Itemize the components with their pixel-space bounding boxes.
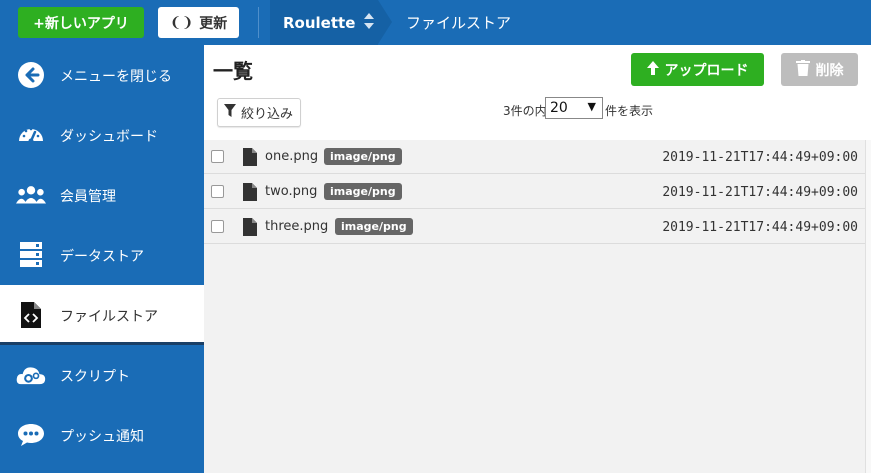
- table-row[interactable]: one.png image/png 2019-11-21T17:44:49+09…: [204, 140, 865, 174]
- sidebar-item-label: スクリプト: [60, 369, 130, 385]
- file-date: 2019-11-21T17:44:49+09:00: [662, 185, 858, 200]
- file-name[interactable]: one.png: [265, 149, 318, 164]
- app-selector[interactable]: Roulette: [270, 0, 378, 45]
- refresh-button[interactable]: ❨❩ 更新: [158, 7, 239, 38]
- file-date: 2019-11-21T17:44:49+09:00: [662, 150, 858, 165]
- trash-icon: [795, 59, 810, 80]
- sidebar-item-label: 会員管理: [60, 189, 116, 205]
- sidebar-item-label: ファイルストア: [60, 309, 158, 325]
- gauge-icon: [16, 120, 46, 150]
- database-icon: [16, 240, 46, 270]
- upload-label: アップロード: [664, 62, 749, 79]
- file-icon: [243, 183, 257, 201]
- file-icon: [243, 148, 257, 166]
- sidebar-item-label: プッシュ通知: [60, 429, 144, 445]
- sidebar-item-push[interactable]: プッシュ通知: [0, 405, 204, 465]
- scrollbar[interactable]: [865, 140, 871, 473]
- file-name[interactable]: three.png: [265, 219, 328, 234]
- main-content: 一覧 アップロード 削除 絞り込み 3件の内 20 ▼ 件を表示 one.png…: [204, 45, 871, 473]
- caret-down-icon: ▼: [587, 100, 596, 113]
- sidebar-item-dashboard[interactable]: ダッシュボード: [0, 105, 204, 165]
- mime-type-badge: image/png: [324, 148, 402, 165]
- chat-bubble-icon: [16, 420, 46, 450]
- result-count: 3件の内: [503, 104, 547, 118]
- sidebar-item-datastore[interactable]: データストア: [0, 225, 204, 285]
- row-checkbox[interactable]: [211, 220, 224, 233]
- sidebar-item-filestore[interactable]: ファイルストア: [0, 285, 204, 345]
- sidebar-item-label: データストア: [60, 249, 144, 265]
- breadcrumb-chevron: [378, 0, 392, 44]
- content-header: 一覧 アップロード 削除 絞り込み 3件の内 20 ▼ 件を表示: [204, 45, 871, 140]
- sidebar: メニューを閉じる ダッシュボード 会員管理 データストア ファイルストア スクリ…: [0, 45, 204, 473]
- sort-arrows-icon: [364, 12, 375, 33]
- delete-label: 削除: [815, 62, 844, 79]
- sidebar-item-script[interactable]: スクリプト: [0, 345, 204, 405]
- topbar-divider: [258, 7, 259, 38]
- table-row[interactable]: three.png image/png 2019-11-21T17:44:49+…: [204, 210, 865, 244]
- mime-type-badge: image/png: [335, 218, 413, 235]
- per-page-value: 20: [550, 100, 568, 116]
- arrow-left-circle-icon: [16, 60, 46, 90]
- users-icon: [16, 180, 46, 210]
- new-app-button[interactable]: +新しいアプリ: [18, 7, 144, 38]
- table-row[interactable]: two.png image/png 2019-11-21T17:44:49+09…: [204, 175, 865, 209]
- row-checkbox[interactable]: [211, 150, 224, 163]
- file-name[interactable]: two.png: [265, 184, 317, 199]
- file-icon: [243, 218, 257, 236]
- file-date: 2019-11-21T17:44:49+09:00: [662, 220, 858, 235]
- mime-type-badge: image/png: [324, 183, 402, 200]
- delete-button[interactable]: 削除: [781, 53, 858, 86]
- upload-arrow-icon: [646, 60, 659, 79]
- top-bar: +新しいアプリ ❨❩ 更新 Roulette ファイルストア: [0, 0, 871, 45]
- per-page-select[interactable]: 20 ▼: [545, 97, 603, 119]
- page-title: 一覧: [213, 59, 253, 83]
- per-page-suffix: 件を表示: [605, 104, 654, 118]
- upload-button[interactable]: アップロード: [631, 53, 764, 86]
- file-code-icon: [16, 300, 46, 330]
- filter-button[interactable]: 絞り込み: [217, 98, 301, 127]
- sidebar-item-members[interactable]: 会員管理: [0, 165, 204, 225]
- row-checkbox[interactable]: [211, 185, 224, 198]
- funnel-icon: [224, 103, 236, 122]
- sidebar-item-label: ダッシュボード: [60, 129, 158, 145]
- app-name: Roulette: [283, 13, 356, 32]
- refresh-label: 更新: [199, 15, 228, 32]
- refresh-icon: ❨❩: [169, 14, 194, 31]
- breadcrumb: ファイルストア: [406, 14, 512, 32]
- filter-label: 絞り込み: [241, 107, 294, 122]
- sidebar-item-label: メニューを閉じる: [60, 69, 172, 85]
- cloud-gears-icon: [16, 360, 46, 390]
- sidebar-item-close-menu[interactable]: メニューを閉じる: [0, 45, 204, 105]
